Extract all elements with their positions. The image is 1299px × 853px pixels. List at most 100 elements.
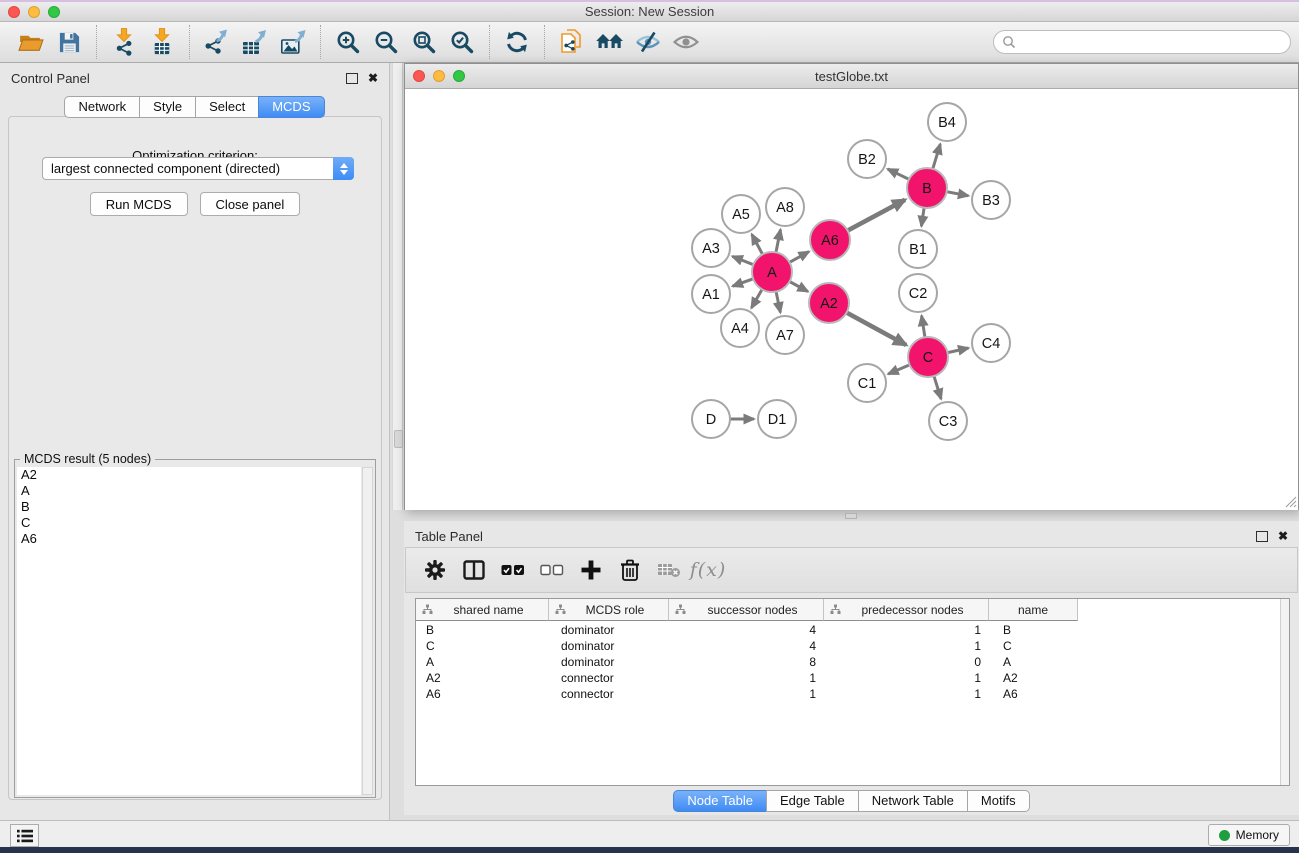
import-network-button[interactable] bbox=[105, 25, 143, 59]
float-panel-icon[interactable] bbox=[346, 73, 358, 84]
table-cell[interactable]: 0 bbox=[824, 655, 989, 669]
table-cell[interactable]: 1 bbox=[824, 687, 989, 701]
table-cell[interactable]: 8 bbox=[669, 655, 824, 669]
tab-mcds[interactable]: MCDS bbox=[258, 96, 324, 118]
graph-node-A6[interactable]: A6 bbox=[810, 220, 850, 260]
table-cell[interactable]: A2 bbox=[989, 671, 1078, 685]
table-cell[interactable]: 1 bbox=[824, 639, 989, 653]
apply-layout-button[interactable] bbox=[498, 25, 536, 59]
app-titlebar[interactable]: Session: New Session bbox=[0, 2, 1299, 22]
table-cell[interactable]: dominator bbox=[549, 639, 669, 653]
memory-button[interactable]: Memory bbox=[1208, 824, 1290, 846]
mcds-result-item[interactable]: A6 bbox=[17, 531, 361, 547]
graph-node-C2[interactable]: C2 bbox=[899, 274, 937, 312]
zoom-fit-button[interactable] bbox=[405, 25, 443, 59]
zoom-in-button[interactable] bbox=[329, 25, 367, 59]
table-cell[interactable]: A6 bbox=[416, 687, 549, 701]
vertical-scrollbar-thumb[interactable] bbox=[394, 430, 403, 448]
table-cell[interactable]: A6 bbox=[989, 687, 1078, 701]
graph-node-B4[interactable]: B4 bbox=[928, 103, 966, 141]
tab-select[interactable]: Select bbox=[195, 96, 259, 118]
graph-node-A8[interactable]: A8 bbox=[766, 188, 804, 226]
graph-node-C1[interactable]: C1 bbox=[848, 364, 886, 402]
search-field[interactable] bbox=[993, 30, 1291, 54]
graph-node-A4[interactable]: A4 bbox=[721, 309, 759, 347]
graph-node-A[interactable]: A bbox=[752, 252, 792, 292]
result-list-scrollbar[interactable] bbox=[362, 467, 373, 795]
table-cell[interactable]: 1 bbox=[824, 623, 989, 637]
graph-node-C3[interactable]: C3 bbox=[929, 402, 967, 440]
table-cell[interactable]: C bbox=[416, 639, 549, 653]
export-table-button[interactable] bbox=[236, 25, 274, 59]
table-cell[interactable]: C bbox=[989, 639, 1078, 653]
close-panel-icon[interactable] bbox=[368, 72, 378, 84]
tab-network[interactable]: Network bbox=[64, 96, 140, 118]
graph-node-C4[interactable]: C4 bbox=[972, 324, 1010, 362]
close-panel-button[interactable]: Close panel bbox=[200, 192, 301, 216]
zoom-out-button[interactable] bbox=[367, 25, 405, 59]
tab-network-table[interactable]: Network Table bbox=[858, 790, 968, 812]
import-table-button[interactable] bbox=[143, 25, 181, 59]
open-session-button[interactable] bbox=[12, 25, 50, 59]
tab-edge-table[interactable]: Edge Table bbox=[766, 790, 859, 812]
table-cell[interactable]: connector bbox=[549, 687, 669, 701]
column-header-predecessor-nodes[interactable]: predecessor nodes bbox=[824, 599, 989, 621]
table-cell[interactable]: B bbox=[989, 623, 1078, 637]
table-cell[interactable]: connector bbox=[549, 671, 669, 685]
graph-node-A3[interactable]: A3 bbox=[692, 229, 730, 267]
network-canvas[interactable]: B4 B2 B B3 A5 A8 A6 A3 B1 A A1 C2 A2 bbox=[405, 89, 1298, 510]
tab-style[interactable]: Style bbox=[139, 96, 196, 118]
graph-node-B[interactable]: B bbox=[907, 168, 947, 208]
delete-columns-button[interactable] bbox=[613, 552, 647, 588]
float-table-panel-icon[interactable] bbox=[1256, 531, 1268, 542]
table-cell[interactable]: A bbox=[416, 655, 549, 669]
mcds-result-item[interactable]: A2 bbox=[17, 467, 361, 483]
select-all-columns-button[interactable] bbox=[496, 552, 530, 588]
graph-node-B1[interactable]: B1 bbox=[899, 230, 937, 268]
table-cell[interactable]: 4 bbox=[669, 639, 824, 653]
table-cell[interactable]: dominator bbox=[549, 623, 669, 637]
hide-details-button[interactable] bbox=[629, 25, 667, 59]
graph-node-D[interactable]: D bbox=[692, 400, 730, 438]
search-input[interactable] bbox=[1021, 34, 1282, 51]
criterion-dropdown[interactable]: largest connected component (directed) bbox=[42, 157, 354, 180]
zoom-selected-button[interactable] bbox=[443, 25, 481, 59]
graph-node-B2[interactable]: B2 bbox=[848, 140, 886, 178]
tab-motifs[interactable]: Motifs bbox=[967, 790, 1030, 812]
export-image-button[interactable] bbox=[274, 25, 312, 59]
graph-node-A5[interactable]: A5 bbox=[722, 195, 760, 233]
table-cell[interactable]: 1 bbox=[824, 671, 989, 685]
table-cell[interactable]: A2 bbox=[416, 671, 549, 685]
table-settings-button[interactable] bbox=[418, 552, 452, 588]
graph-node-A2[interactable]: A2 bbox=[809, 283, 849, 323]
table-cell[interactable]: 1 bbox=[669, 687, 824, 701]
table-cell[interactable]: 1 bbox=[669, 671, 824, 685]
graph-node-D1[interactable]: D1 bbox=[758, 400, 796, 438]
column-header-MCDS-role[interactable]: MCDS role bbox=[549, 599, 669, 621]
mcds-result-item[interactable]: B bbox=[17, 499, 361, 515]
splitter-handle[interactable] bbox=[845, 513, 857, 519]
tab-node-table[interactable]: Node Table bbox=[673, 790, 767, 812]
table-cell[interactable]: B bbox=[416, 623, 549, 637]
column-header-successor-nodes[interactable]: successor nodes bbox=[669, 599, 824, 621]
table-cell[interactable]: 4 bbox=[669, 623, 824, 637]
table-cell[interactable]: dominator bbox=[549, 655, 669, 669]
toggle-columns-button[interactable] bbox=[457, 552, 491, 588]
run-mcds-button[interactable]: Run MCDS bbox=[90, 192, 188, 216]
mcds-result-item[interactable]: C bbox=[17, 515, 361, 531]
column-header-shared-name[interactable]: shared name bbox=[416, 599, 549, 621]
export-network-button[interactable] bbox=[198, 25, 236, 59]
control-panel-titlebar[interactable]: Control Panel bbox=[0, 67, 389, 89]
column-header-name[interactable]: name bbox=[989, 599, 1078, 621]
network-window-titlebar[interactable]: testGlobe.txt bbox=[405, 64, 1298, 89]
graph-node-B3[interactable]: B3 bbox=[972, 181, 1010, 219]
table-cell[interactable]: A bbox=[989, 655, 1078, 669]
task-history-button[interactable] bbox=[10, 824, 39, 847]
table-panel-titlebar[interactable]: Table Panel bbox=[404, 525, 1299, 547]
create-column-button[interactable] bbox=[574, 552, 608, 588]
save-session-button[interactable] bbox=[50, 25, 88, 59]
mcds-result-item[interactable]: A bbox=[17, 483, 361, 499]
home-button[interactable] bbox=[591, 25, 629, 59]
deselect-all-columns-button[interactable] bbox=[535, 552, 569, 588]
table-scrollbar[interactable] bbox=[1280, 599, 1289, 785]
